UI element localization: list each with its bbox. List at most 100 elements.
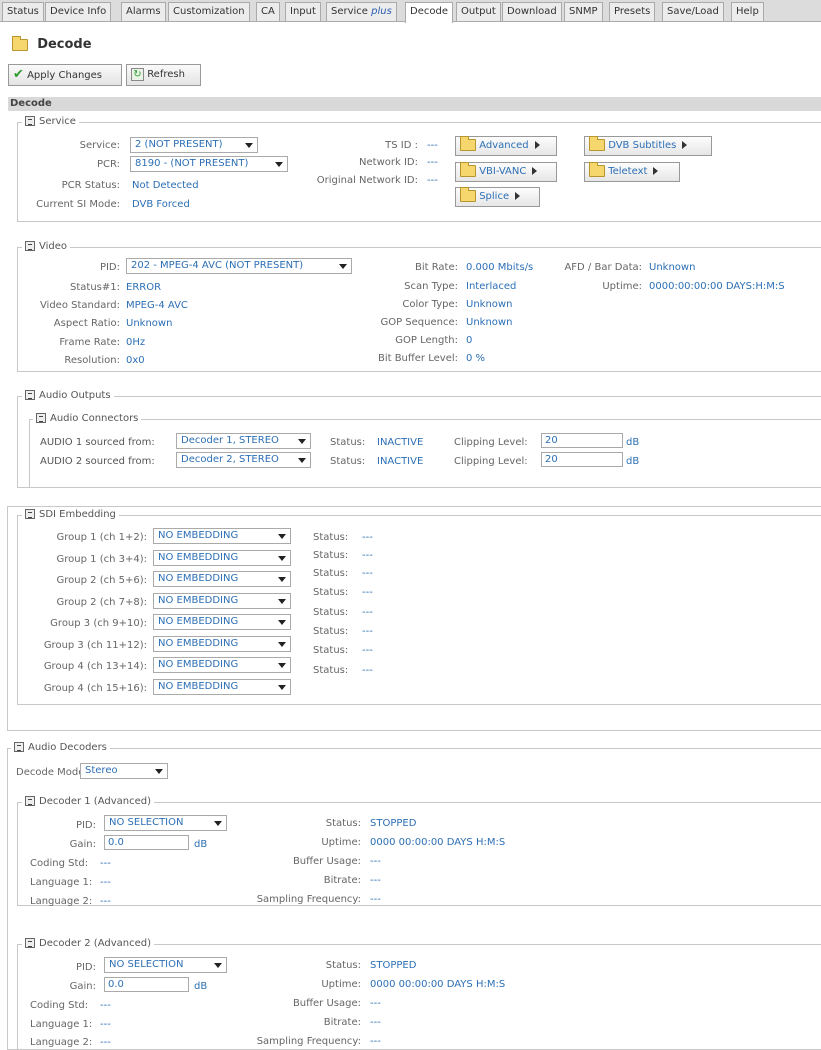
folder-icon (589, 162, 605, 177)
sdi-status-value: --- (362, 645, 373, 656)
audio1-status-value: INACTIVE (377, 437, 424, 448)
decoder2-lang2-label: Language 2: (30, 1037, 93, 1048)
sdi-group-select[interactable]: NO EMBEDDING (153, 657, 291, 673)
advanced-button[interactable]: Advanced (455, 136, 557, 156)
video-uptime-label: Uptime: (602, 281, 642, 292)
decoder1-buffer-value: --- (370, 856, 381, 867)
decoder1-gain-input[interactable]: 0.0 (104, 835, 189, 850)
collapse-icon[interactable] (25, 241, 35, 251)
collapse-icon[interactable] (14, 742, 24, 752)
sdi-group-label: Group 2 (ch 5+6): (56, 575, 147, 586)
decoder1-pid-label: PID: (75, 820, 96, 831)
decoder1-pid-select[interactable]: NO SELECTION (104, 815, 227, 831)
collapse-icon[interactable] (25, 509, 35, 519)
decoder2-coding-value: --- (100, 1000, 111, 1011)
sdi-group-label: Group 2 (ch 7+8): (56, 597, 147, 608)
gop-sequence-value: Unknown (466, 317, 513, 328)
sdi-group-select[interactable]: NO EMBEDDING (153, 636, 291, 652)
teletext-label: Teletext (608, 166, 648, 177)
dvb-subtitles-button[interactable]: DVB Subtitles (584, 136, 712, 156)
decoder2-pid-select[interactable]: NO SELECTION (104, 957, 227, 973)
sdi-group-select[interactable]: NO EMBEDDING (153, 550, 291, 566)
audio2-source-select[interactable]: Decoder 2, STEREO (176, 452, 311, 468)
tab-presets[interactable]: Presets (609, 2, 656, 21)
resolution-value: 0x0 (126, 355, 145, 366)
collapse-icon[interactable] (25, 390, 35, 400)
afd-value: Unknown (649, 262, 696, 273)
audio2-status-value: INACTIVE (377, 456, 424, 467)
decoder1-legend: Decoder 1 (Advanced) (22, 796, 154, 808)
decoder2-status-value: STOPPED (370, 960, 417, 971)
audio1-clip-input[interactable]: 20 (541, 433, 623, 448)
sdi-status-value: --- (362, 607, 373, 618)
folder-icon (12, 36, 28, 51)
pcr-select[interactable]: 8190 - (NOT PRESENT) (130, 156, 288, 172)
dvb-subtitles-label: DVB Subtitles (608, 140, 677, 151)
collapse-icon[interactable] (25, 116, 35, 126)
splice-label: Splice (479, 191, 510, 202)
afd-label: AFD / Bar Data: (564, 262, 642, 273)
pcr-label: PCR: (96, 159, 120, 170)
decoder2-status-label: Status: (325, 960, 361, 971)
sdi-group-label: Group 4 (ch 15+16): (43, 683, 147, 694)
tab-device-info[interactable]: Device Info (45, 2, 112, 21)
audio2-clip-input[interactable]: 20 (541, 452, 623, 467)
original-network-id-label: Original Network ID: (316, 175, 418, 186)
sdi-group-select[interactable]: NO EMBEDDING (153, 571, 291, 587)
ts-id-label: TS ID : (385, 140, 418, 151)
decoder1-legend-text: Decoder 1 (Advanced) (39, 796, 151, 807)
aspect-ratio-label: Aspect Ratio: (53, 318, 120, 329)
vbi-vanc-button[interactable]: VBI-VANC (455, 162, 557, 182)
sdi-group-select[interactable]: NO EMBEDDING (153, 679, 291, 695)
service-select[interactable]: 2 (NOT PRESENT) (130, 137, 258, 153)
decoder2-bitrate-value: --- (370, 1017, 381, 1028)
sdi-embedding-legend: SDI Embedding (22, 509, 119, 521)
service-label: Service: (79, 140, 120, 151)
sdi-group-select[interactable]: NO EMBEDDING (153, 528, 291, 544)
folder-icon (460, 162, 476, 177)
audio1-source-select[interactable]: Decoder 1, STEREO (176, 433, 311, 449)
service-legend-text: Service (39, 116, 76, 127)
sdi-group-label: Group 1 (ch 3+4): (56, 554, 147, 565)
tab-download[interactable]: Download (502, 2, 562, 21)
collapse-icon[interactable] (25, 938, 35, 948)
tab-service-plus[interactable]: Service plus (326, 2, 397, 21)
bit-rate-value: 0.000 Mbits/s (466, 262, 534, 273)
decode-mode-select[interactable]: Stereo (80, 763, 168, 779)
video-pid-select[interactable]: 202 - MPEG-4 AVC (NOT PRESENT) (126, 258, 352, 274)
sdi-status-label: Status: (313, 626, 349, 637)
tab-input[interactable]: Input (285, 2, 321, 21)
apply-changes-button[interactable]: ✔ Apply Changes (8, 64, 122, 86)
sdi-status-label: Status: (313, 665, 349, 676)
refresh-button[interactable]: ↻ Refresh (126, 64, 201, 86)
checkmark-icon: ✔ (13, 67, 24, 82)
teletext-button[interactable]: Teletext (584, 162, 680, 182)
decoder1-bitrate-label: Bitrate: (323, 875, 361, 886)
sdi-status-value: --- (362, 665, 373, 676)
tab-status[interactable]: Status (2, 2, 44, 21)
tab-save-load[interactable]: Save/Load (662, 2, 724, 21)
decoder1-buffer-label: Buffer Usage: (292, 856, 361, 867)
tab-decode[interactable]: Decode (405, 2, 453, 23)
tab-ca[interactable]: CA (256, 2, 280, 21)
tab-help[interactable]: Help (731, 2, 764, 21)
decoder1-coding-value: --- (100, 858, 111, 869)
original-network-id-value: --- (427, 175, 438, 186)
sdi-group-select[interactable]: NO EMBEDDING (153, 614, 291, 630)
splice-button[interactable]: Splice (455, 187, 540, 207)
decoder1-bitrate-value: --- (370, 875, 381, 886)
decoder2-gain-input[interactable]: 0.0 (104, 977, 189, 992)
tab-snmp[interactable]: SNMP (564, 2, 603, 21)
collapse-icon[interactable] (25, 796, 35, 806)
audio2-clip-label: Clipping Level: (454, 456, 528, 467)
tab-alarms[interactable]: Alarms (121, 2, 166, 21)
decoder2-legend-text: Decoder 2 (Advanced) (39, 938, 151, 949)
decoder2-legend: Decoder 2 (Advanced) (22, 938, 154, 950)
sdi-group-select[interactable]: NO EMBEDDING (153, 593, 291, 609)
tab-output[interactable]: Output (456, 2, 501, 21)
sdi-status-value: --- (362, 550, 373, 561)
collapse-icon[interactable] (36, 413, 46, 423)
decoder1-uptime-value: 0000 00:00:00 DAYS H:M:S (370, 837, 506, 848)
tab-customization[interactable]: Customization (168, 2, 250, 21)
refresh-icon: ↻ (131, 67, 144, 81)
